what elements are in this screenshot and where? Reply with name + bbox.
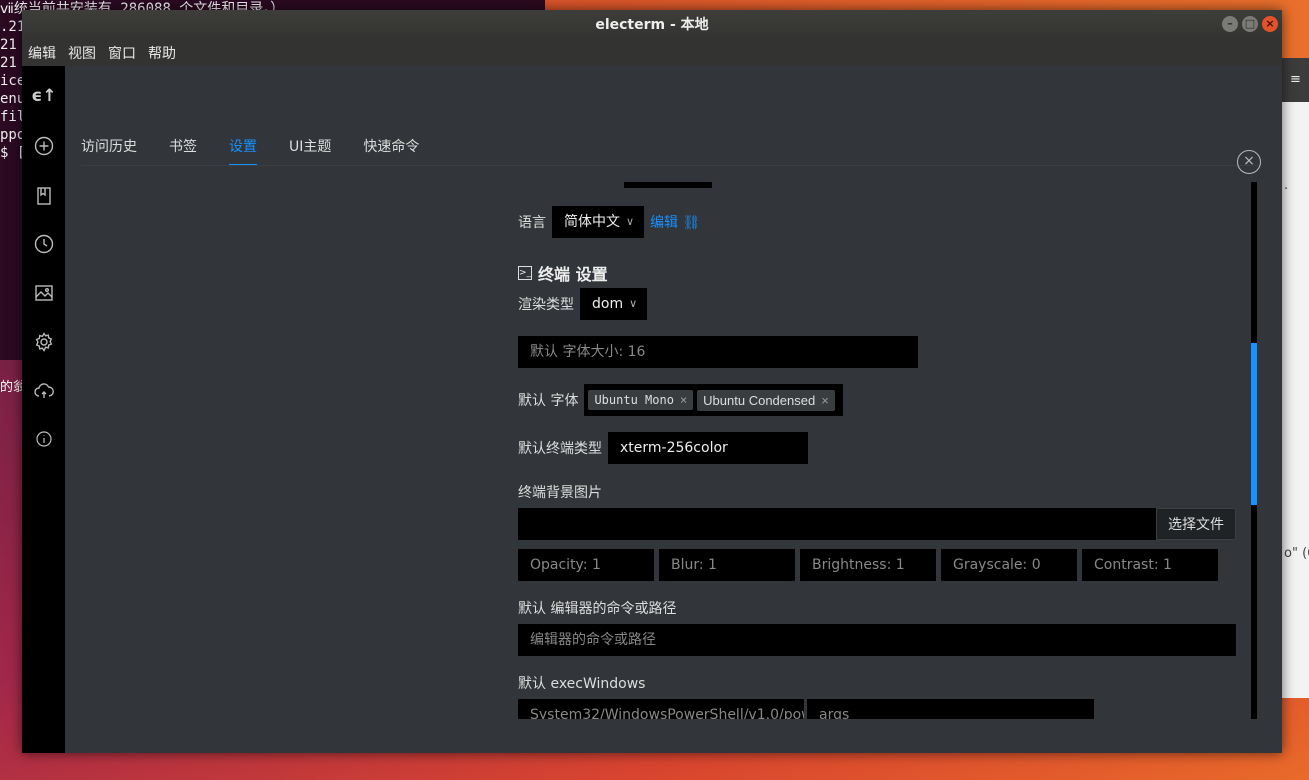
menu-item-view[interactable]: 视图 (68, 43, 96, 63)
brightness-input[interactable]: Brightness: 1 (800, 549, 936, 581)
language-label: 语言 (518, 215, 546, 231)
background-menu-icon: ≡ (1282, 58, 1309, 102)
sidebar: ϵ↑ (22, 66, 65, 753)
blur-input[interactable]: Blur: 1 (659, 549, 795, 581)
book-icon[interactable] (32, 184, 56, 208)
tab-quick-commands[interactable]: 快速命令 (363, 136, 419, 166)
logo-icon[interactable]: ϵ↑ (31, 84, 56, 108)
terminal-type-input[interactable]: xterm-256color (608, 432, 808, 464)
edit-language-link[interactable]: 编辑 ⛓ (650, 212, 700, 232)
chevron-down-icon: ∨ (626, 215, 635, 228)
terminal-type-label: 默认终端类型 (518, 441, 602, 457)
background-window-panel (1282, 58, 1309, 698)
menu-item-help[interactable]: 帮助 (148, 43, 176, 63)
background-image-label-row: 终端背景图片 (518, 482, 608, 502)
font-family-select[interactable]: Ubuntu Mono × Ubuntu Condensed × (584, 384, 843, 416)
settings-panel: 访问历史 书签 设置 UI主题 快速命令 × 语言 简体中文 ∨ 编辑 ⛓ >_ (65, 66, 1282, 753)
menu-item-window[interactable]: 窗口 (108, 43, 136, 63)
editor-label: 默认 编辑器的命令或路径 (518, 601, 677, 617)
opacity-input[interactable]: Opacity: 1 (518, 549, 654, 581)
background-text-fragment: o" (6 (1284, 546, 1309, 561)
clock-icon[interactable] (32, 232, 56, 256)
plus-circle-icon[interactable] (32, 134, 56, 158)
tab-history[interactable]: 访问历史 (81, 136, 137, 166)
font-size-input[interactable]: 默认 字体大小: 16 (518, 336, 918, 368)
clipped-control (624, 182, 712, 188)
language-row: 语言 简体中文 ∨ 编辑 ⛓ (518, 206, 700, 238)
gear-icon[interactable] (32, 330, 56, 354)
font-family-label: 默认 字体 (518, 393, 579, 409)
tab-divider (81, 165, 1260, 166)
title-bar[interactable]: electerm - 本地 – □ × (22, 10, 1282, 40)
window-title: electerm - 本地 (595, 17, 709, 33)
background-image-input[interactable] (518, 508, 1156, 540)
choose-file-button[interactable]: 选择文件 (1156, 508, 1236, 540)
font-tag[interactable]: Ubuntu Mono × (588, 390, 694, 410)
exec-windows-path-input[interactable]: System32/WindowsPowerShell/v1.0/pow (518, 699, 804, 719)
language-value: 简体中文 (564, 214, 620, 230)
render-type-row: 渲染类型 dom ∨ (518, 288, 648, 320)
close-icon[interactable]: × (1237, 150, 1261, 174)
tab-bookmarks[interactable]: 书签 (169, 136, 197, 166)
editor-command-input[interactable]: 编辑器的命令或路径 (518, 624, 1236, 656)
tab-bar: 访问历史 书签 设置 UI主题 快速命令 (81, 136, 451, 166)
section-title: 终端 设置 (538, 265, 608, 284)
menu-bar: 编辑 视图 窗口 帮助 (22, 40, 1282, 66)
terminal-type-row: 默认终端类型 xterm-256color (518, 432, 808, 464)
editor-label-row: 默认 编辑器的命令或路径 (518, 598, 682, 618)
info-icon[interactable] (32, 427, 56, 451)
remove-tag-icon[interactable]: × (821, 393, 829, 408)
grayscale-input[interactable]: Grayscale: 0 (941, 549, 1077, 581)
tab-ui-theme[interactable]: UI主题 (289, 136, 331, 166)
terminal-section-header: >_ 终端 设置 (518, 261, 608, 285)
contrast-input[interactable]: Contrast: 1 (1082, 549, 1218, 581)
close-window-button[interactable]: × (1262, 16, 1278, 32)
remove-tag-icon[interactable]: × (680, 393, 687, 407)
background-image-label: 终端背景图片 (518, 485, 602, 501)
font-family-row: 默认 字体 Ubuntu Mono × Ubuntu Condensed × (518, 384, 843, 416)
terminal-icon: >_ (518, 266, 532, 280)
exec-windows-label-row: 默认 execWindows (518, 673, 651, 693)
exec-windows-args-input[interactable]: args (807, 699, 1094, 719)
render-type-select[interactable]: dom ∨ (580, 288, 648, 320)
chevron-down-icon: ∨ (629, 297, 638, 310)
language-select[interactable]: 简体中文 ∨ (552, 206, 645, 238)
image-icon[interactable] (32, 281, 56, 305)
maximize-button[interactable]: □ (1242, 16, 1258, 32)
settings-form: 语言 简体中文 ∨ 编辑 ⛓ >_ 终端 设置 渲染类型 dom ∨ 默认 字体… (518, 182, 1243, 719)
tab-settings[interactable]: 设置 (229, 136, 257, 166)
font-tag[interactable]: Ubuntu Condensed × (697, 389, 835, 411)
render-type-value: dom (592, 296, 624, 312)
cloud-sync-icon[interactable] (32, 379, 56, 403)
app-window: electerm - 本地 – □ × 编辑 视图 窗口 帮助 ϵ↑ 访问历史 … (22, 10, 1282, 753)
minimize-button[interactable]: – (1222, 16, 1238, 32)
background-text-fragment: . (1284, 178, 1289, 193)
scrollbar-thumb[interactable] (1251, 343, 1257, 505)
render-type-label: 渲染类型 (518, 297, 574, 313)
menu-item-edit[interactable]: 编辑 (28, 43, 56, 63)
exec-windows-label: 默认 execWindows (518, 676, 646, 692)
